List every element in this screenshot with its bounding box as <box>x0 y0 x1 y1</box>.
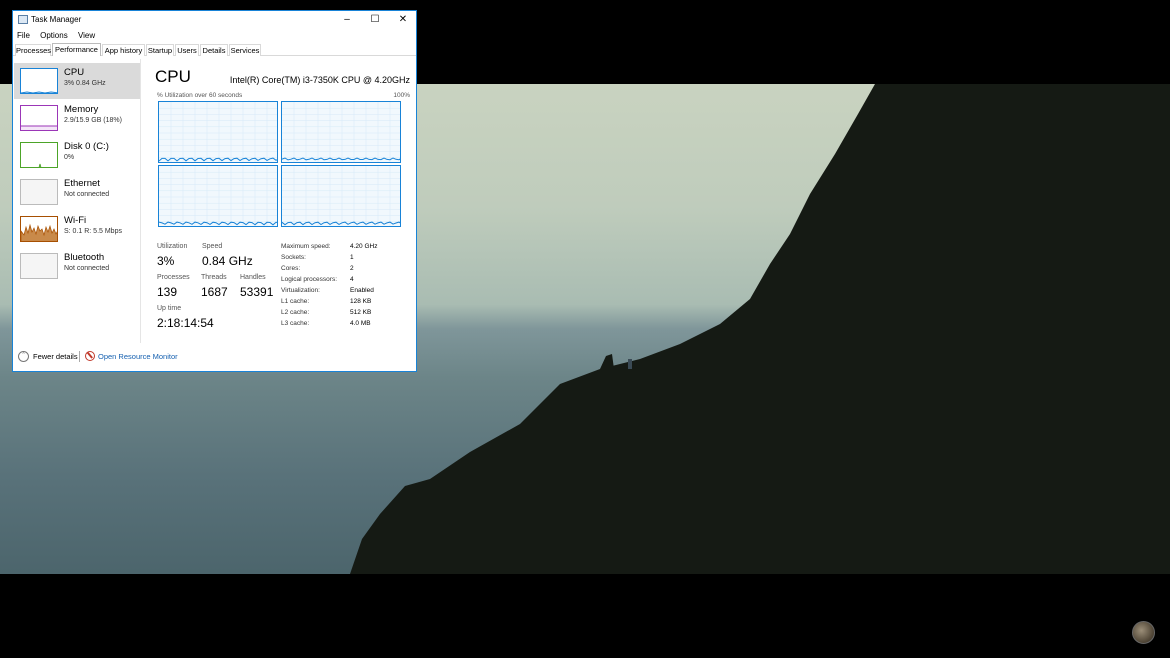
graph-label: % Utilization over 60 seconds <box>157 92 243 99</box>
spec-label: L2 cache: <box>281 309 310 316</box>
tab-processes[interactable]: Processes <box>15 44 51 56</box>
spec-value: 4 <box>350 276 354 283</box>
sidebar-item-label: Wi-Fi <box>64 215 87 226</box>
threads-label: Threads <box>201 274 227 281</box>
spec-value: 512 KB <box>350 309 372 316</box>
speed-label: Speed <box>202 243 223 250</box>
cpu-model: Intel(R) Core(TM) i3-7350K CPU @ 4.20GHz <box>229 75 410 85</box>
chevron-up-icon[interactable]: ˆ <box>18 351 29 362</box>
open-resource-monitor-link[interactable]: Open Resource Monitor <box>98 352 178 361</box>
wifi-mini-graph <box>20 216 58 242</box>
tab-startup[interactable]: Startup <box>146 44 174 56</box>
spec-label: Logical processors: <box>281 276 337 283</box>
spec-value: 2 <box>350 265 354 272</box>
uptime-label: Up time <box>157 305 182 312</box>
sidebar-item-label: Bluetooth <box>64 252 105 263</box>
spec-value: Enabled <box>350 287 374 294</box>
task-manager-window: Task Manager – ☐ ✕ File Options View Pro… <box>12 10 417 372</box>
cpu-mini-graph <box>20 68 58 94</box>
sidebar-item-wifi[interactable]: Wi-Fi S: 0.1 R: 5.5 Mbps <box>14 211 140 247</box>
cpu-title: CPU <box>155 67 191 86</box>
tab-details[interactable]: Details <box>200 44 228 56</box>
footer-bar: ˆ Fewer details Open Resource Monitor <box>13 349 416 369</box>
spec-label: Virtualization: <box>281 287 320 294</box>
sidebar-item-label: Memory <box>64 104 99 115</box>
menu-bar: File Options View <box>13 29 416 42</box>
tab-users[interactable]: Users <box>175 44 199 56</box>
task-manager-icon <box>18 15 28 24</box>
cpu-utilization-line <box>159 221 277 226</box>
handles-value: 53391 <box>240 285 274 299</box>
menu-file[interactable]: File <box>17 29 30 42</box>
ethernet-mini-graph <box>20 179 58 205</box>
sidebar-item-memory[interactable]: Memory 2.9/15.9 GB (18%) <box>14 100 140 136</box>
tab-bar: Processes Performance App history Startu… <box>13 43 416 56</box>
disk-mini-graph <box>20 142 58 168</box>
cpu-core-graph-3 <box>281 165 401 227</box>
tab-performance[interactable]: Performance <box>52 43 101 56</box>
spec-value: 4.20 GHz <box>350 243 378 250</box>
menu-options[interactable]: Options <box>40 29 68 42</box>
cpu-utilization-line <box>282 157 400 161</box>
sidebar-item-cpu[interactable]: CPU 3% 0.84 GHz <box>14 63 140 99</box>
cpu-utilization-line <box>282 221 400 226</box>
spec-label: Cores: <box>281 265 301 272</box>
sidebar-item-sub: 2.9/15.9 GB (18%) <box>64 117 122 124</box>
title-bar[interactable]: Task Manager – ☐ ✕ <box>13 11 416 29</box>
handles-label: Handles <box>240 274 266 281</box>
footer-divider <box>79 351 80 362</box>
resource-sidebar: CPU 3% 0.84 GHz Memory 2.9/15.9 GB (18%)… <box>14 59 141 343</box>
cpu-utilization-line <box>159 157 277 162</box>
processes-label: Processes <box>157 274 190 281</box>
sidebar-item-label: Disk 0 (C:) <box>64 141 109 152</box>
cpu-core-graph-2 <box>158 165 278 227</box>
uptime-value: 2:18:14:54 <box>157 316 214 330</box>
sidebar-item-sub: 3% 0.84 GHz <box>64 80 106 87</box>
menu-view[interactable]: View <box>78 29 95 42</box>
processes-value: 139 <box>157 285 178 299</box>
sidebar-item-bluetooth[interactable]: Bluetooth Not connected <box>14 248 140 284</box>
spec-label: Sockets: <box>281 254 306 261</box>
window-title: Task Manager <box>31 15 82 24</box>
sidebar-item-sub: S: 0.1 R: 5.5 Mbps <box>64 228 122 235</box>
memory-mini-graph <box>20 105 58 131</box>
maximize-button[interactable]: ☐ <box>361 11 389 29</box>
spec-label: L3 cache: <box>281 320 310 327</box>
fewer-details-button[interactable]: Fewer details <box>33 352 78 361</box>
utilization-label: Utilization <box>157 243 188 250</box>
sidebar-item-sub: Not connected <box>64 191 110 198</box>
tab-services[interactable]: Services <box>229 44 261 56</box>
sidebar-item-sub: Not connected <box>64 265 110 272</box>
spec-value: 4.0 MB <box>350 320 371 327</box>
sidebar-item-ethernet[interactable]: Ethernet Not connected <box>14 174 140 210</box>
cpu-core-graph-1 <box>281 101 401 163</box>
sidebar-item-sub: 0% <box>64 154 75 161</box>
graph-max: 100% <box>393 92 410 99</box>
sidebar-item-label: CPU <box>64 67 85 78</box>
cpu-core-graph-0 <box>158 101 278 163</box>
sidebar-item-label: Ethernet <box>64 178 100 189</box>
minimize-button[interactable]: – <box>333 11 361 29</box>
close-button[interactable]: ✕ <box>389 11 417 29</box>
utilization-value: 3% <box>157 254 175 268</box>
spec-label: L1 cache: <box>281 298 310 305</box>
resource-monitor-icon[interactable] <box>85 351 95 361</box>
tab-app-history[interactable]: App history <box>102 44 145 56</box>
bluetooth-mini-graph <box>20 253 58 279</box>
spec-label: Maximum speed: <box>281 243 331 250</box>
spec-value: 1 <box>350 254 354 261</box>
sidebar-item-disk[interactable]: Disk 0 (C:) 0% <box>14 137 140 173</box>
speed-value: 0.84 GHz <box>202 254 253 268</box>
cpu-detail-panel: CPU Intel(R) Core(TM) i3-7350K CPU @ 4.2… <box>155 63 410 343</box>
threads-value: 1687 <box>201 285 228 299</box>
spec-value: 128 KB <box>350 298 372 305</box>
tray-avatar-icon[interactable] <box>1132 621 1155 644</box>
